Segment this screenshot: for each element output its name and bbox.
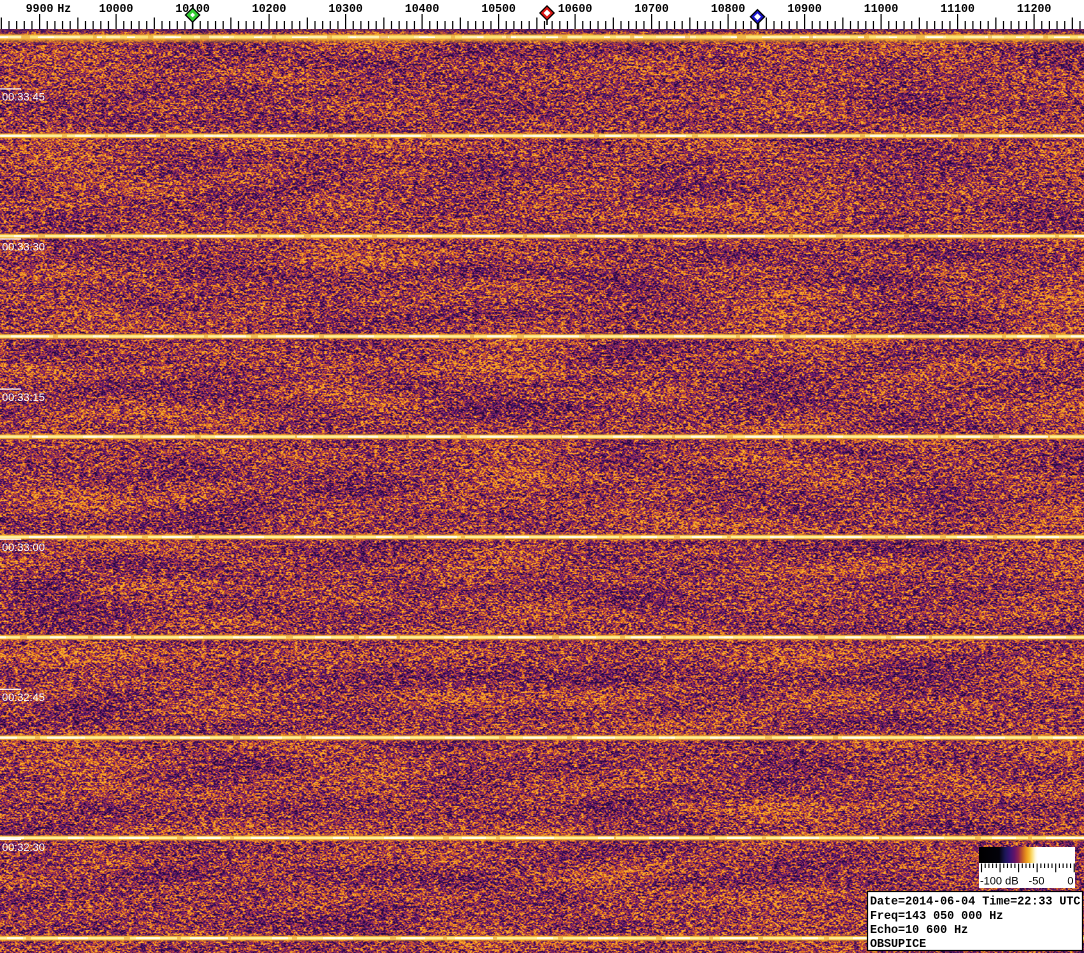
svg-text:00:33:00: 00:33:00 xyxy=(2,542,45,554)
svg-text:-100 dB: -100 dB xyxy=(980,876,1019,888)
svg-text:11100: 11100 xyxy=(940,3,975,16)
svg-text:00:33:45: 00:33:45 xyxy=(2,92,45,104)
svg-text:10900: 10900 xyxy=(787,3,822,16)
svg-text:00:32:45: 00:32:45 xyxy=(2,692,45,704)
svg-text:10500: 10500 xyxy=(481,3,516,16)
svg-text:11200: 11200 xyxy=(1017,3,1052,16)
svg-text:11000: 11000 xyxy=(864,3,899,16)
svg-text:Echo=10 600 Hz: Echo=10 600 Hz xyxy=(870,923,968,937)
svg-text:10300: 10300 xyxy=(328,3,363,16)
svg-text:Hz: Hz xyxy=(57,3,71,16)
svg-text:10400: 10400 xyxy=(405,3,440,16)
svg-text:00:33:15: 00:33:15 xyxy=(2,392,45,404)
svg-text:10200: 10200 xyxy=(252,3,287,16)
svg-text:10800: 10800 xyxy=(711,3,746,16)
svg-text:OBSUPICE: OBSUPICE xyxy=(870,937,926,951)
svg-text:10000: 10000 xyxy=(99,3,134,16)
svg-text:-50: -50 xyxy=(1029,876,1045,888)
svg-text:00:33:30: 00:33:30 xyxy=(2,242,45,254)
svg-text:10600: 10600 xyxy=(558,3,593,16)
svg-text:10700: 10700 xyxy=(634,3,669,16)
svg-text:0: 0 xyxy=(1067,876,1073,888)
svg-text:00:32:30: 00:32:30 xyxy=(2,842,45,854)
svg-text:Date=2014-06-04 Time=22:33 UTC: Date=2014-06-04 Time=22:33 UTC xyxy=(870,895,1080,909)
svg-text:Freq=143 050 000 Hz: Freq=143 050 000 Hz xyxy=(870,909,1003,923)
svg-text:9900: 9900 xyxy=(26,3,54,16)
